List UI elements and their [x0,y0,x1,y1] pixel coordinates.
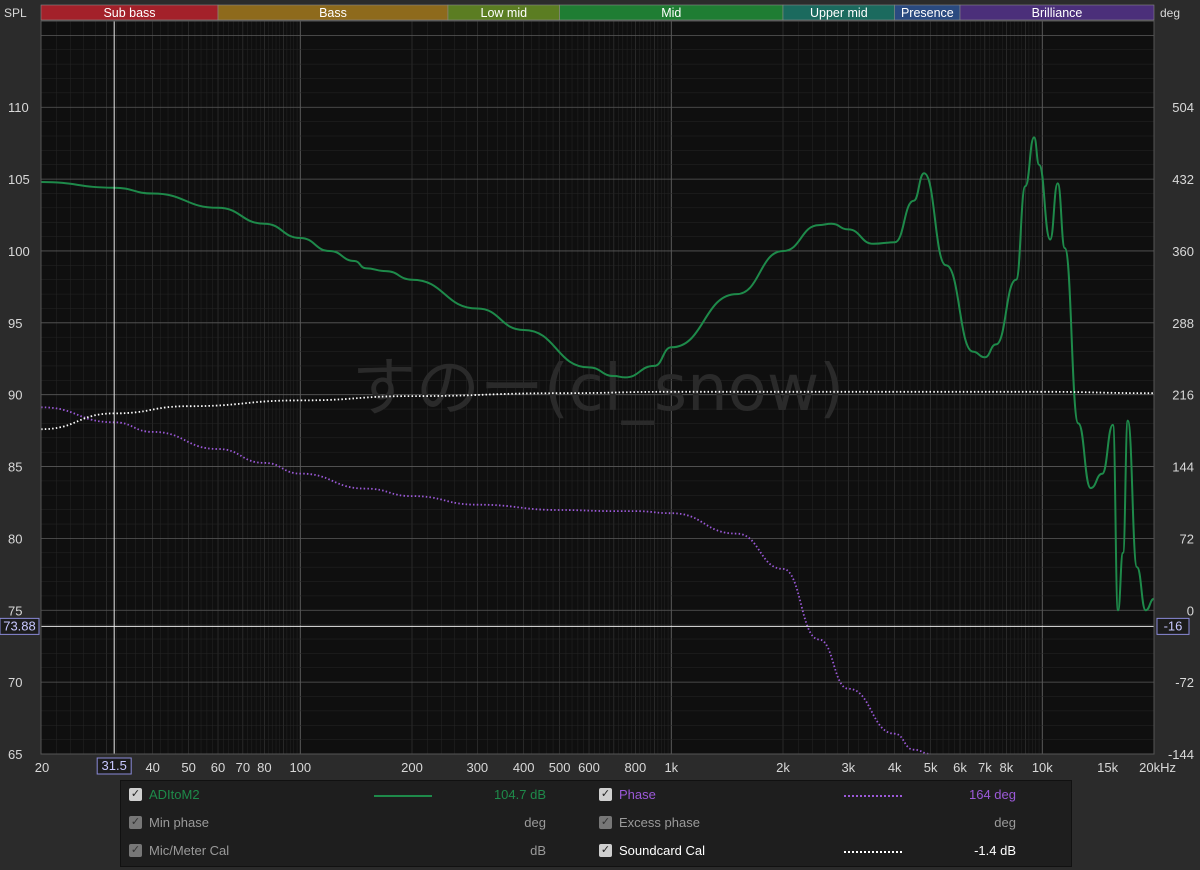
x-tick-label: 7k [978,760,992,775]
band-label: Low mid [481,6,528,20]
spl-phase-chart[interactable]: Sub bass Bass Low mid Mid Upper mid Presence B… [0,0,1200,780]
y2-tick-label: 360 [1172,244,1194,259]
legend-label-excess-phase: Excess phase [619,815,700,830]
y-tick-label: 90 [8,388,22,403]
checkbox-mic-cal[interactable]: ✓ [129,844,142,857]
legend-label-spl: ADItoM2 [149,787,200,802]
legend-panel: ✓ ADItoM2 104.7 dB ✓ Phase 164 deg ✓ Min… [120,780,1072,867]
legend-label-soundcard-cal: Soundcard Cal [619,843,705,858]
x-tick-label: 1k [664,760,678,775]
cursor-spl-label: 73.88 [3,618,36,633]
y2-tick-label: 504 [1172,100,1194,115]
cursor-deg-label: -16 [1164,618,1183,633]
legend-item-phase[interactable]: ✓ Phase 164 deg [599,783,1019,807]
legend-line-phase [844,795,902,797]
x-tick-label: 2k [776,760,790,775]
y2-tick-label: 144 [1172,460,1194,475]
legend-item-soundcard-cal[interactable]: ✓ Soundcard Cal -1.4 dB [599,839,1019,863]
band-label: Bass [319,6,347,20]
x-tick-label: 5k [924,760,938,775]
x-tick-label: 3k [841,760,855,775]
x-tick-label: 80 [257,760,271,775]
x-tick-label: 40 [145,760,159,775]
checkbox-min-phase[interactable]: ✓ [129,816,142,829]
rew-spl-graph: Sub bass Bass Low mid Mid Upper mid Presence B… [0,0,1200,870]
y2-tick-label: 216 [1172,388,1194,403]
band-label: Mid [661,6,681,20]
x-tick-label: 400 [513,760,535,775]
legend-label-mic-cal: Mic/Meter Cal [149,843,230,858]
x-tick-label: 10k [1032,760,1053,775]
y-tick-label: 100 [8,244,30,259]
band-label: Brilliance [1032,6,1083,20]
y-axis-title: SPL [4,6,27,20]
x-tick-label: 6k [953,760,967,775]
legend-value-phase: 164 deg [969,787,1016,802]
y2-tick-label: 0 [1187,603,1194,618]
x-tick-label: 8k [999,760,1013,775]
x-tick-label: 300 [466,760,488,775]
y2-axis-title: deg [1160,6,1180,20]
checkbox-phase[interactable]: ✓ [599,788,612,801]
y2-tick-label: 432 [1172,172,1194,187]
legend-label-phase: Phase [619,787,656,802]
y2-tick-label: 72 [1180,531,1194,546]
y-tick-label: 80 [8,531,22,546]
checkbox-spl[interactable]: ✓ [129,788,142,801]
x-tick-label: 20kHz [1139,760,1176,775]
legend-value-spl: 104.7 dB [493,787,546,802]
legend-label-min-phase: Min phase [149,815,209,830]
band-label: Sub bass [103,6,155,20]
y-tick-label: 105 [8,172,30,187]
y2-tick-label: -72 [1175,675,1194,690]
watermark: すのー(cl_snow) [352,352,844,426]
legend-item-mic-cal[interactable]: ✓ Mic/Meter Cal dB [129,839,549,863]
y-tick-label: 75 [8,603,22,618]
checkbox-excess-phase[interactable]: ✓ [599,816,612,829]
y-tick-label: 110 [8,100,29,115]
x-tick-label: 4k [888,760,902,775]
legend-item-excess-phase[interactable]: ✓ Excess phase deg [599,811,1019,835]
x-tick-label: 500 [549,760,571,775]
y-tick-label: 65 [8,747,22,762]
x-tick-label: 20 [35,760,49,775]
x-tick-label: 50 [181,760,195,775]
x-tick-label: 800 [625,760,647,775]
legend-item-spl[interactable]: ✓ ADItoM2 104.7 dB [129,783,549,807]
legend-value-excess-phase: deg [994,815,1016,830]
legend-value-soundcard-cal: -1.4 dB [974,843,1016,858]
legend-value-mic-cal: dB [530,843,546,858]
band-label: Presence [901,6,954,20]
x-tick-label: 200 [401,760,423,775]
band-label: Upper mid [810,6,868,20]
y-tick-label: 70 [8,675,22,690]
x-tick-label: 100 [289,760,311,775]
x-tick-label: 15k [1097,760,1118,775]
legend-line-soundcard-cal [844,851,902,853]
x-tick-label: 60 [211,760,225,775]
checkbox-soundcard-cal[interactable]: ✓ [599,844,612,857]
x-tick-label: 70 [236,760,250,775]
legend-item-min-phase[interactable]: ✓ Min phase deg [129,811,549,835]
y-tick-label: 95 [8,316,22,331]
cursor-freq-label: 31.5 [102,758,127,773]
x-tick-label: 600 [578,760,600,775]
legend-value-min-phase: deg [524,815,546,830]
y2-tick-label: 288 [1172,316,1194,331]
legend-line-spl [374,795,432,797]
y-tick-label: 85 [8,460,22,475]
